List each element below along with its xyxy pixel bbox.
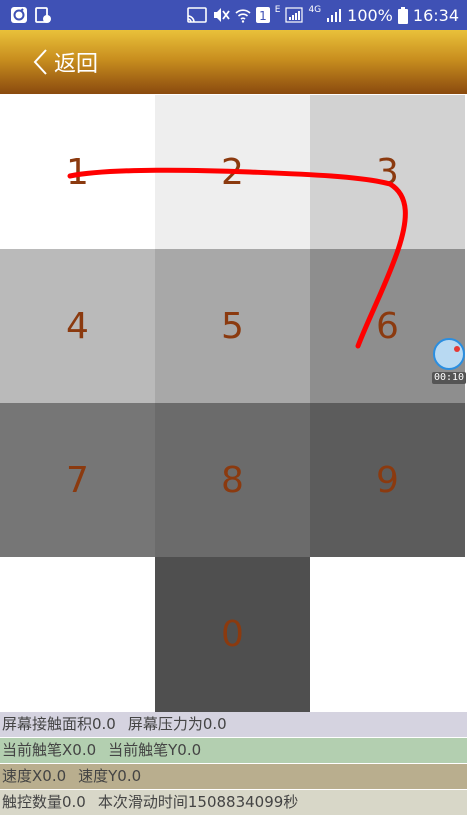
key-0[interactable]: 0 (155, 557, 310, 712)
signal-icon-1 (285, 7, 304, 23)
touch-count-text: 触控数量0.0 (2, 793, 86, 811)
key-2-label: 2 (221, 151, 244, 193)
screen-record-icon (34, 6, 52, 24)
status-bar: 1 E 4G 100% 16:34 (0, 0, 467, 30)
info-row-contact: 屏幕接触面积0.0 屏幕压力为0.0 (0, 712, 467, 737)
key-0-label: 0 (221, 614, 244, 655)
key-5-label: 5 (221, 305, 244, 347)
key-8-label: 8 (221, 459, 244, 501)
info-row-stylus: 当前触笔X0.0 当前触笔Y0.0 (0, 738, 467, 763)
velocity-x-text: 速度X0.0 (2, 767, 67, 785)
stylus-y-text: 当前触笔Y0.0 (108, 741, 202, 759)
key-1-label: 1 (66, 151, 89, 193)
key-5[interactable]: 5 (155, 249, 310, 403)
key-1[interactable]: 1 (0, 95, 155, 249)
key-3[interactable]: 3 (310, 95, 465, 249)
key-7[interactable]: 7 (0, 403, 155, 557)
stylus-x-text: 当前触笔X0.0 (2, 741, 97, 759)
key-3-label: 3 (376, 151, 399, 193)
key-2[interactable]: 2 (155, 95, 310, 249)
key-4[interactable]: 4 (0, 249, 155, 403)
keypad-empty-right (310, 557, 465, 712)
status-right-icons: 1 E 4G 100% 16:34 (186, 5, 467, 25)
key-6-label: 6 (376, 305, 399, 347)
app-header: 返回 (0, 30, 467, 94)
cast-icon (186, 7, 207, 23)
key-8[interactable]: 8 (155, 403, 310, 557)
keypad-empty-left (0, 557, 155, 712)
clock: 16:34 (412, 5, 459, 25)
back-button[interactable]: 返回 (0, 46, 98, 78)
status-left-icons (0, 6, 52, 24)
network-type-4g: 4G (308, 5, 322, 15)
svg-text:1: 1 (259, 9, 267, 23)
number-keypad: 1 2 3 4 5 6 7 8 9 0 (0, 95, 465, 712)
record-timer-icon (433, 338, 465, 370)
sim-badge-icon: 1 (255, 7, 270, 23)
key-9[interactable]: 9 (310, 403, 465, 557)
swipe-time-text: 本次滑动时间1508834099秒 (97, 793, 299, 811)
pressure-text: 屏幕压力为0.0 (127, 715, 227, 733)
network-type-e: E (274, 5, 281, 15)
info-row-velocity: 速度X0.0 速度Y0.0 (0, 764, 467, 789)
key-7-label: 7 (66, 459, 89, 501)
info-row-touch: 触控数量0.0 本次滑动时间1508834099秒 (0, 790, 467, 815)
battery-icon (397, 6, 408, 24)
timer-text: 00:10 (432, 372, 466, 384)
key-4-label: 4 (66, 305, 89, 347)
contact-area-text: 屏幕接触面积0.0 (2, 715, 116, 733)
back-label: 返回 (54, 52, 99, 77)
mute-icon (212, 7, 230, 23)
velocity-y-text: 速度Y0.0 (78, 767, 142, 785)
app-notification-icon (10, 6, 28, 24)
key-9-label: 9 (376, 459, 399, 501)
battery-percent: 100% (347, 5, 393, 25)
wifi-icon (235, 7, 251, 23)
chevron-left-icon (32, 48, 48, 76)
floating-timer[interactable]: 00:10 (432, 338, 466, 388)
signal-icon-2 (326, 7, 342, 23)
